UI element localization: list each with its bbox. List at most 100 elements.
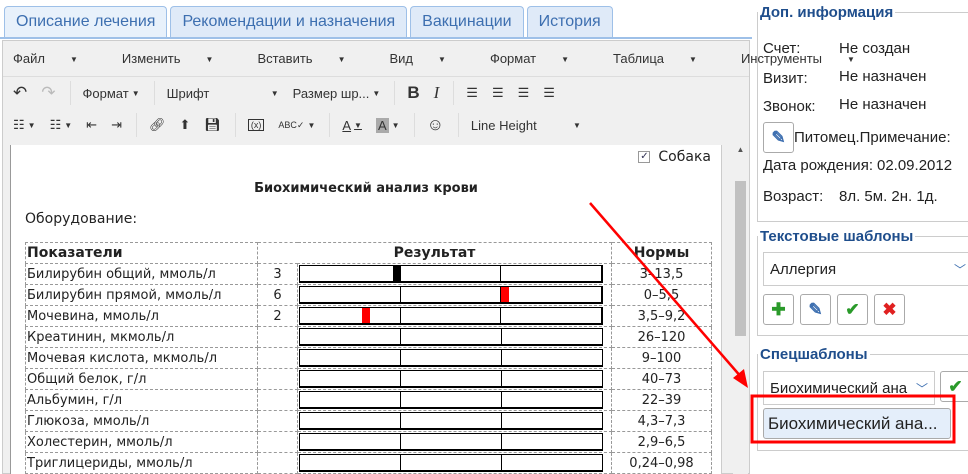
indicator-name: Глюкоза, ммоль/л <box>25 410 258 432</box>
chevron-down-icon: ﹀ <box>953 263 966 277</box>
align-right-icon[interactable]: ☰ <box>518 85 530 101</box>
result-value <box>257 431 298 453</box>
chevron-down-icon: ﹀ <box>915 380 928 397</box>
result-value <box>257 389 298 411</box>
italic-icon[interactable]: I <box>434 83 440 103</box>
format-dropdown[interactable]: Формат ▼ <box>83 86 140 101</box>
scrollbar-thumb[interactable] <box>735 181 746 336</box>
account-label: Счет: <box>763 40 801 57</box>
caret-down-icon: ▼ <box>205 55 214 65</box>
menu-1[interactable]: Изменить ▼ <box>122 51 236 66</box>
header-indicators: Показатели <box>25 242 258 264</box>
checkbox-checked-icon[interactable]: ✓ <box>638 151 651 163</box>
caret-down-icon: ▼ <box>69 55 78 65</box>
link-icon[interactable]: 🔗︎ <box>149 117 166 133</box>
align-center-icon[interactable]: ☰ <box>492 85 504 101</box>
add-template-button[interactable]: ✚ <box>763 294 794 325</box>
table-row: Мочевая кислота, мкмоль/л 9–100 <box>25 347 712 369</box>
indent-icon[interactable]: ⇥ <box>111 117 122 133</box>
tab-history[interactable]: История <box>526 6 613 38</box>
results-table: Показатели Результат Нормы Билирубин общ… <box>25 242 712 474</box>
align-justify-icon[interactable]: ☰ <box>543 85 555 101</box>
tab-treatment-description[interactable]: Описание лечения <box>4 6 168 38</box>
norm-value: 9–100 <box>611 347 712 369</box>
align-left-icon[interactable]: ☰ <box>466 85 478 101</box>
document-content[interactable]: ✓ Собака Биохимический анализ крови Обору… <box>10 145 722 474</box>
visit-label: Визит: <box>763 70 808 87</box>
text-color-icon[interactable]: A ▼ <box>342 118 362 133</box>
vertical-scrollbar[interactable]: ▲ <box>733 145 748 474</box>
edit-note-button[interactable]: ✎ <box>763 122 794 153</box>
caret-down-icon: ▼ <box>438 55 446 65</box>
result-value: 2 <box>257 305 298 327</box>
result-value <box>257 326 298 348</box>
result-scale <box>297 452 612 474</box>
tab-recommendations[interactable]: Рекомендации и назначения <box>170 6 408 38</box>
caret-down-icon: ▼ <box>561 55 570 65</box>
numbered-list-icon[interactable]: ☷ ▼ <box>50 117 73 133</box>
outdent-icon[interactable]: ⇤ <box>86 117 97 133</box>
additional-info-heading: Доп. информация <box>760 4 894 21</box>
indicator-name: Мочевина, ммоль/л <box>25 305 258 327</box>
bullet-list-icon[interactable]: ☷ ▼ <box>13 117 36 133</box>
menu-3[interactable]: Вид ▼ <box>389 51 467 66</box>
upload-image-icon[interactable]: ⬆ <box>179 117 190 133</box>
emoticon-icon[interactable]: ☺ <box>427 115 444 135</box>
menu-2[interactable]: Вставить ▼ <box>257 51 367 66</box>
tab-bar: Описание лечения Рекомендации и назначен… <box>4 6 613 38</box>
result-scale <box>297 284 612 306</box>
result-scale <box>297 431 612 453</box>
edit-template-button[interactable]: ✎ <box>800 294 831 325</box>
tab-divider <box>0 37 752 39</box>
birth-date-label: Дата рождения: <box>763 157 873 174</box>
indicator-name: Общий белок, г/л <box>25 368 258 390</box>
menu-4[interactable]: Формат ▼ <box>490 51 591 66</box>
result-scale <box>297 368 612 390</box>
redo-icon[interactable]: ↷ <box>41 83 55 103</box>
toolbar-row-1: ↶ ↷ Формат ▼ Шрифт ▼ Размер шр... ▼ B I ☰ ☰… <box>3 77 749 109</box>
background-color-icon[interactable]: A ▼ <box>375 117 400 133</box>
delete-template-button[interactable]: ✖ <box>874 294 905 325</box>
apply-template-button[interactable]: ✔ <box>837 294 868 325</box>
save-icon[interactable]: 💾︎ <box>204 117 221 133</box>
undo-icon[interactable]: ↶ <box>13 83 27 103</box>
visit-value: Не назначен <box>839 68 927 85</box>
pet-note-label: Питомец.Примечание: <box>794 129 951 146</box>
birth-date-value: 02.09.2012 <box>876 157 953 174</box>
result-scale <box>297 305 612 327</box>
table-row: Общий белок, г/л 40–73 <box>25 368 712 390</box>
table-row: Глюкоза, ммоль/л 4,3–7,3 <box>25 410 712 432</box>
norm-value: 3,5–9,2 <box>611 305 712 327</box>
dog-checkbox[interactable]: ✓ Собака <box>638 149 711 165</box>
result-value: 3 <box>257 263 298 285</box>
font-dropdown[interactable]: Шрифт ▼ <box>167 86 279 101</box>
age-value: 8л. 5м. 2н. 1д. <box>839 188 938 205</box>
indicator-name: Альбумин, г/л <box>25 389 258 411</box>
result-scale <box>297 326 612 348</box>
menu-0[interactable]: Файл ▼ <box>13 51 100 66</box>
header-norms: Нормы <box>611 242 712 264</box>
result-marker <box>392 266 401 281</box>
line-height-dropdown[interactable]: Line Height ▼ <box>471 118 581 133</box>
variable-icon[interactable]: (x) <box>247 119 265 131</box>
result-value <box>257 452 298 474</box>
text-template-select[interactable]: Аллергия ﹀ <box>763 252 968 286</box>
table-row: Креатинин, мкмоль/л 26–120 <box>25 326 712 348</box>
result-scale <box>297 389 612 411</box>
equipment-label: Оборудование: <box>25 211 138 227</box>
special-template-button[interactable]: Биохимический ана... <box>763 408 951 439</box>
bold-icon[interactable]: B <box>407 83 419 103</box>
special-template-select[interactable]: Биохимический ана ﹀ <box>763 371 935 405</box>
spellcheck-icon[interactable]: ABC✓ ▼ <box>278 120 315 131</box>
menu-5[interactable]: Таблица ▼ <box>613 51 719 66</box>
norm-value: 22–39 <box>611 389 712 411</box>
result-value <box>257 410 298 432</box>
norm-value: 3–13,5 <box>611 263 712 285</box>
indicator-name: Билирубин прямой, ммоль/л <box>25 284 258 306</box>
apply-special-template-button[interactable]: ✔ <box>940 371 968 402</box>
table-row: Мочевина, ммоль/л 2 3,5–9,2 <box>25 305 712 327</box>
tab-vaccinations[interactable]: Вакцинации <box>410 6 524 38</box>
result-marker <box>501 287 510 302</box>
font-size-dropdown[interactable]: Размер шр... ▼ <box>293 86 381 101</box>
norm-value: 0,24–0,98 <box>611 452 712 474</box>
